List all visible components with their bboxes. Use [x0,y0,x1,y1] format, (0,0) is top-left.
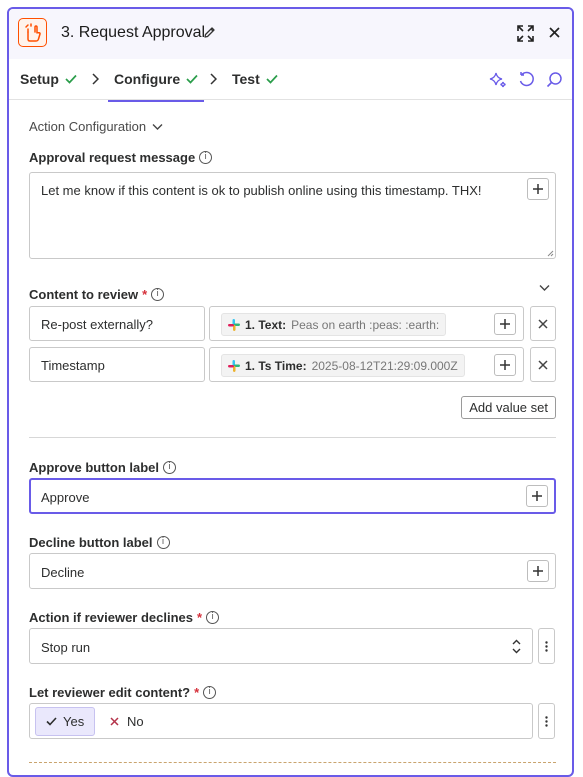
action-decline-select[interactable]: Stop run [29,628,533,664]
plus-icon [500,360,510,370]
search-icon[interactable] [546,71,563,93]
review-key-text: Timestamp [41,358,105,373]
info-icon[interactable]: i [203,686,217,699]
label-text: Content to review [29,287,139,302]
no-option[interactable]: No [110,707,144,736]
action-configuration-toggle[interactable]: Action Configuration [29,119,163,134]
step-title: 3. Request Approval [61,24,206,41]
review-value-field[interactable]: 1. Text: Peas on earth :peas: :earth: [209,306,524,341]
close-icon[interactable] [547,25,562,45]
select-value: Stop run [41,640,91,655]
edit-content-label: Let reviewer edit content? * i [29,685,217,700]
sparkle-icon[interactable] [489,71,507,94]
yes-option[interactable]: Yes [35,707,96,736]
remove-row-button[interactable] [530,347,556,382]
approval-message-field[interactable]: Let me know if this content is ok to pub… [29,172,556,259]
kebab-icon [545,715,548,727]
tab-configure[interactable]: Configure [107,71,205,102]
data-pill[interactable]: 1. Ts Time: 2025-08-12T21:29:09.000Z [221,354,465,377]
label-text: Decline button label [29,535,153,550]
insert-data-button[interactable] [494,354,516,376]
tab-label: Configure [114,71,181,87]
decline-label: Decline button label i [29,535,170,550]
more-options-button[interactable] [538,628,555,664]
step-panel: 3. Request Approval Setup Configure Test [7,7,574,777]
divider [29,437,556,438]
tab-setup[interactable]: Setup [20,71,77,87]
approve-label-value: Approve [41,490,90,505]
required-marker: * [142,287,148,302]
plus-icon [533,566,543,576]
review-key-field[interactable]: Timestamp [29,347,205,382]
chevron-down-icon[interactable] [539,284,550,292]
info-icon[interactable]: i [199,151,213,164]
approve-label: Approve button label i [29,460,176,475]
tab-label: Setup [20,71,59,87]
required-marker: * [197,610,203,625]
insert-data-button[interactable] [494,313,516,335]
step-tabs: Setup Configure Test [9,59,572,102]
chevron-right-icon [209,72,218,90]
decline-label-value: Decline [41,565,85,580]
expand-icon[interactable] [517,25,534,47]
label-text: Action if reviewer declines [29,610,194,625]
decline-label-input[interactable]: Decline [29,553,556,589]
info-icon[interactable]: i [156,536,170,549]
info-icon[interactable]: i [163,461,176,474]
pill-value: 2025-08-12T21:29:09.000Z [311,358,458,373]
yes-label: Yes [63,714,85,729]
no-label: No [127,714,144,729]
label-text: Approval request message [29,150,196,165]
action-decline-label: Action if reviewer declines * i [29,610,220,625]
info-icon[interactable]: i [151,288,165,301]
remove-row-button[interactable] [530,306,556,341]
approval-message-label: Approval request message i [29,150,213,165]
check-icon [186,74,198,84]
close-icon [538,359,548,370]
select-arrows-icon [512,639,521,654]
section-label: Action Configuration [29,119,147,134]
content-review-label: Content to review * i [29,287,165,302]
plus-icon [500,319,510,329]
tab-label: Test [232,71,260,87]
check-icon [65,74,77,84]
plus-icon [532,491,542,501]
insert-data-button[interactable] [527,178,549,200]
insert-data-button[interactable] [527,560,549,582]
approve-label-input[interactable]: Approve [29,478,556,514]
info-icon[interactable]: i [206,611,220,624]
approval-message-text: Let me know if this content is ok to pub… [41,183,482,198]
add-value-set-button[interactable]: Add value set [461,396,556,419]
dashed-divider [29,762,556,763]
pill-name: 1. Text: [245,317,287,332]
chevron-down-icon [152,123,163,130]
pill-name: 1. Ts Time: [245,358,307,373]
plus-icon [533,184,543,194]
edit-content-toggle: Yes No [29,703,533,739]
review-key-text: Re-post externally? [41,317,153,332]
label-text: Let reviewer edit content? [29,685,191,700]
kebab-icon [545,640,548,652]
review-value-field[interactable]: 1. Ts Time: 2025-08-12T21:29:09.000Z [209,347,524,382]
close-icon [538,318,548,329]
tab-test[interactable]: Test [232,71,278,87]
label-text: Approve button label [29,460,159,475]
check-icon [46,717,57,726]
required-marker: * [194,685,200,700]
slack-icon [228,359,240,372]
insert-data-button[interactable] [526,485,548,507]
edit-title-icon[interactable] [203,26,216,44]
refresh-icon[interactable] [518,71,535,93]
resize-handle-icon[interactable] [547,250,554,257]
slack-icon [228,318,240,331]
review-key-field[interactable]: Re-post externally? [29,306,205,341]
pill-value: Peas on earth :peas: :earth: [291,317,440,332]
check-icon [266,74,278,84]
close-icon [110,717,119,726]
more-options-button[interactable] [538,703,555,739]
zapier-approval-hand-icon [18,18,47,47]
panel-header: 3. Request Approval [9,9,572,59]
chevron-right-icon [91,72,100,90]
data-pill[interactable]: 1. Text: Peas on earth :peas: :earth: [221,313,447,336]
